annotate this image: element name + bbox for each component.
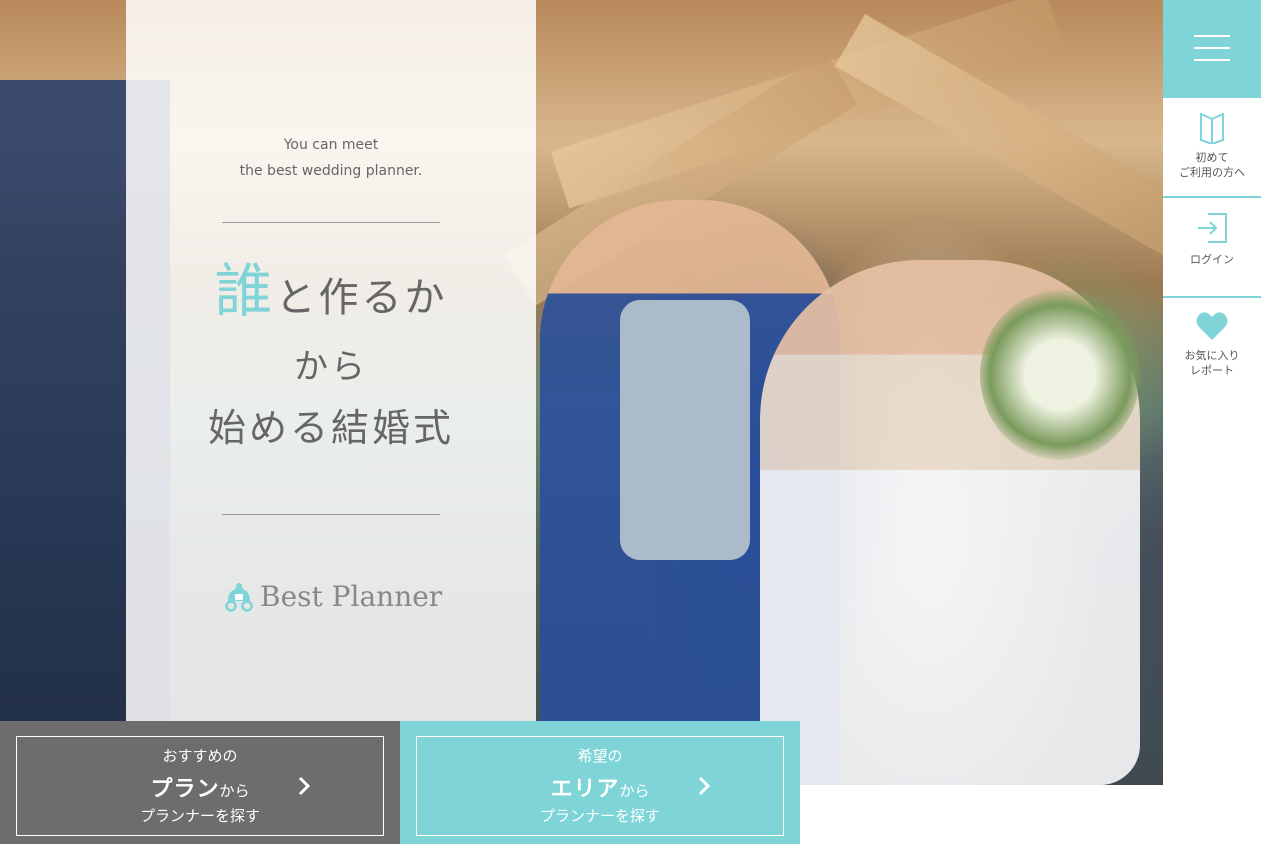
plan-post-text: プランナーを探す (139, 807, 260, 825)
heart-icon (1196, 312, 1228, 340)
area-main-text: エリアから (417, 771, 783, 803)
bouquet (980, 290, 1140, 460)
divider-top (222, 222, 440, 223)
book-icon (1200, 113, 1224, 144)
side-item-label: 初めて ご利用の方へ (1179, 151, 1245, 179)
search-by-plan-frame: おすすめの プランから プランナーを探す (16, 736, 384, 836)
headline-line-3: 始める結婚式 (207, 406, 454, 450)
login-icon (1198, 213, 1227, 243)
area-suffix: から (619, 782, 650, 800)
side-menu: 初めて ご利用の方へ ログイン お気に入り レポート (1163, 0, 1261, 396)
side-item-login[interactable]: ログイン (1163, 196, 1261, 296)
groom-vest (620, 300, 750, 560)
chevron-right-icon (698, 776, 711, 796)
search-by-area-button[interactable]: 希望の エリアから プランナーを探す (400, 721, 800, 844)
side-item-label: ログイン (1190, 253, 1234, 266)
search-by-plan-button[interactable]: おすすめの プランから プランナーを探す (0, 721, 400, 844)
plan-suffix: から (219, 782, 250, 800)
headline-line-1-rest: と作るか (275, 275, 448, 321)
side-item-label: お気に入り レポート (1184, 349, 1240, 377)
tagline-line-1: You can meet (283, 137, 379, 153)
tagline: You can meet the best wedding planner. (126, 132, 536, 184)
carriage-icon (225, 583, 253, 612)
intro-panel: You can meet the best wedding planner. 誰… (126, 0, 536, 721)
hamburger-menu-icon (1194, 35, 1230, 61)
plan-main-text: プランから (17, 771, 383, 803)
chevron-right-icon (298, 776, 311, 796)
menu-toggle-button[interactable] (1163, 0, 1261, 96)
best-planner-logo[interactable]: Best Planner (222, 576, 442, 616)
tagline-line-2: the best wedding planner. (239, 163, 423, 179)
search-by-area-frame: 希望の エリアから プランナーを探す (416, 736, 784, 836)
headline-line-2: から (294, 347, 368, 387)
divider-bottom (222, 514, 440, 515)
plan-emphasis: プラン (150, 777, 220, 802)
area-emphasis: エリア (550, 777, 620, 802)
side-item-first-time[interactable]: 初めて ご利用の方へ (1163, 96, 1261, 196)
side-item-favorites[interactable]: お気に入り レポート (1163, 296, 1261, 396)
logo-wordmark: Best Planner (260, 579, 443, 613)
area-post-text: プランナーを探す (539, 807, 660, 825)
headline: 誰と作るか から 始める結婚式 (126, 250, 536, 461)
headline-accent: 誰 (214, 257, 276, 325)
area-pre-text: 希望の (577, 747, 623, 765)
plan-pre-text: おすすめの (162, 747, 238, 765)
headline-line-1: 誰と作るか (126, 250, 536, 339)
